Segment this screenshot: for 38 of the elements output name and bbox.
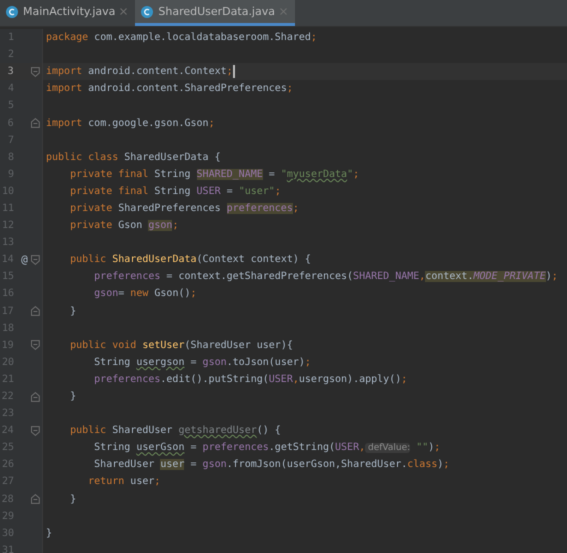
code-line: public SharedUserData(Context context) { <box>69 254 311 266</box>
code-line: import android.content.SharedPreferences; <box>45 83 293 94</box>
fold-icon[interactable] <box>31 66 40 77</box>
fold-icon[interactable] <box>31 392 40 402</box>
code-line: } <box>69 391 76 402</box>
fold-icon[interactable] <box>31 306 40 316</box>
code-line: } <box>69 306 76 317</box>
fold-icon[interactable] <box>31 254 40 265</box>
code-line: package com.example.localdatabaseroom.Shared; <box>45 32 317 44</box>
class-icon <box>141 6 154 18</box>
code-line: private SharedPreferences preferences; <box>69 202 299 214</box>
code-line: } <box>69 494 76 505</box>
code-line: String userGson = preferences.getString(USER, defValue: ""); <box>93 442 440 454</box>
close-icon[interactable] <box>280 8 287 15</box>
code-line: public SharedUser getsharedUser() { <box>69 425 281 436</box>
fold-icon[interactable] <box>31 340 40 350</box>
code-line: public class SharedUserData { <box>45 152 221 163</box>
code-line: private final String SHARED_NAME = "myuserData"; <box>69 168 360 180</box>
code-line: SharedUser user = gson.fromJson(userGson,SharedUser.class); <box>93 459 450 470</box>
code-line: preferences = context.getSharedPreferences(SHARED_NAME,context.MODE_PRIVATE); <box>93 271 558 282</box>
line-number: 3 <box>6 66 14 78</box>
code-line: public void setUser(SharedUser user){ <box>69 340 293 351</box>
close-icon[interactable] <box>120 8 128 15</box>
code-line: import com.google.gson.Gson; <box>45 118 215 129</box>
code-line: gson= new Gson(); <box>93 288 197 300</box>
code-line: import android.content.Context; <box>45 65 235 78</box>
code-line: private final String USER = "user"; <box>69 186 281 197</box>
code-line: return user; <box>87 476 160 488</box>
code-line: preferences.edit().putString(USER,usergson).apply(); <box>93 374 408 385</box>
fold-icon[interactable] <box>31 118 40 128</box>
gutter-marker[interactable]: @ <box>18 253 32 266</box>
file-tab[interactable]: SharedUserData.java <box>135 0 295 26</box>
fold-icon[interactable] <box>31 494 40 504</box>
code-line: private Gson gson; <box>69 220 178 232</box>
code-line: } <box>45 528 52 539</box>
fold-icon[interactable] <box>31 426 40 436</box>
code-line: String usergson = gson.toJson(user); <box>93 356 311 368</box>
class-icon <box>6 6 18 18</box>
